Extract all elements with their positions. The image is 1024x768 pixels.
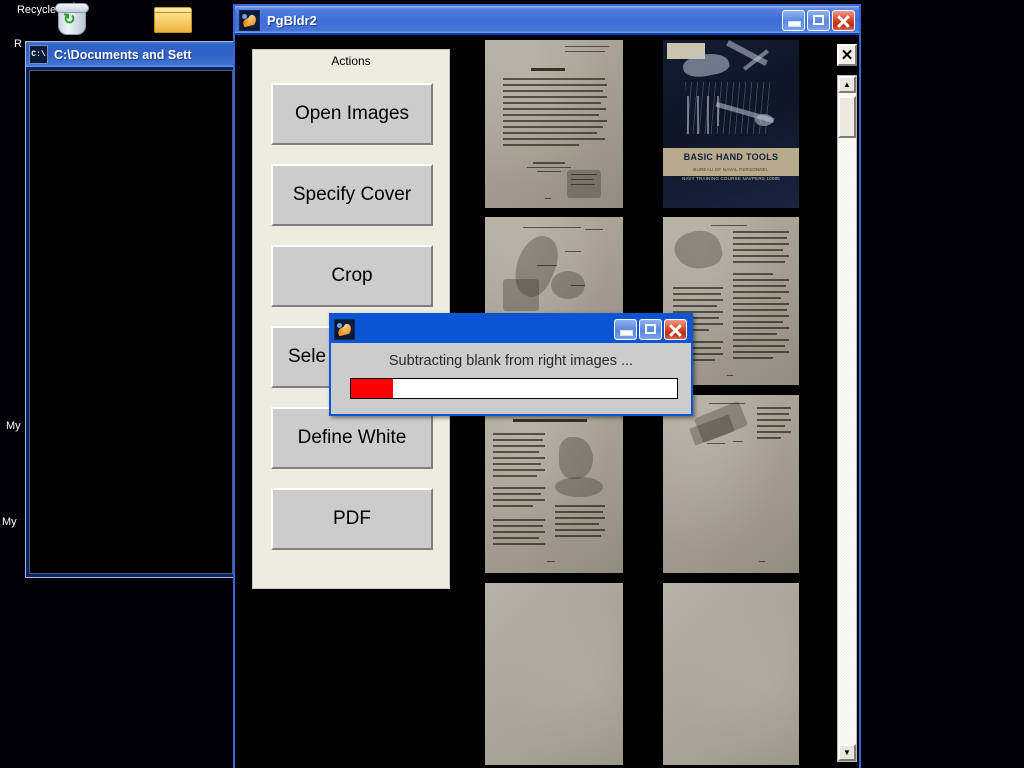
progress-dialog[interactable]: Subtracting blank from right images ... bbox=[329, 313, 693, 416]
scrollbar-thumb[interactable] bbox=[838, 96, 856, 138]
vertical-scrollbar-strip: ✕ ▲ ▼ bbox=[835, 35, 859, 768]
thumbnail-cover-subtitle-2: NAVY TRAINING COURSE NAVPERS 10085 bbox=[682, 176, 780, 181]
desktop-icon-label-recycle-bin-partial: R bbox=[14, 38, 22, 50]
minimize-button[interactable] bbox=[782, 10, 805, 31]
thumbnail-cover-subtitle-1: BUREAU OF NAVAL PERSONNEL bbox=[693, 167, 769, 172]
command-prompt-window[interactable]: C:\ C:\Documents and Sett bbox=[25, 41, 237, 578]
pdf-button[interactable]: PDF bbox=[271, 488, 433, 550]
scrollbar-track[interactable]: ▲ ▼ bbox=[837, 75, 857, 762]
close-button[interactable] bbox=[832, 10, 855, 31]
pgbldr2-title: PgBldr2 bbox=[267, 13, 317, 28]
thumbnail-item[interactable]: BASIC HAND TOOLS BUREAU OF NAVAL PERSONN… bbox=[663, 40, 799, 208]
matlab-icon bbox=[334, 318, 355, 340]
thumbnail-item[interactable] bbox=[485, 40, 623, 208]
open-images-button[interactable]: Open Images bbox=[271, 83, 433, 145]
maximize-button[interactable] bbox=[807, 10, 830, 31]
close-button[interactable] bbox=[664, 318, 687, 340]
minimize-button[interactable] bbox=[614, 318, 637, 340]
progress-dialog-window-controls bbox=[614, 318, 689, 340]
thumbnail-cover-title: BASIC HAND TOOLS bbox=[683, 152, 779, 162]
desktop-icon-folder[interactable] bbox=[122, 4, 192, 33]
crop-button[interactable]: Crop bbox=[271, 245, 433, 307]
scroll-down-icon[interactable]: ▼ bbox=[838, 744, 856, 761]
scroll-up-icon[interactable]: ▲ bbox=[838, 76, 856, 93]
specify-cover-button[interactable]: Specify Cover bbox=[271, 164, 433, 226]
matlab-icon bbox=[239, 10, 260, 31]
actions-panel-title: Actions bbox=[331, 54, 371, 68]
pgbldr2-titlebar[interactable]: PgBldr2 bbox=[235, 6, 859, 35]
progress-bar bbox=[350, 378, 678, 399]
command-prompt-icon-glyph: C:\ bbox=[31, 50, 46, 59]
progress-message: Subtracting blank from right images ... bbox=[388, 353, 634, 369]
progress-bar-fill bbox=[351, 379, 394, 398]
thumbnail-item[interactable] bbox=[485, 395, 623, 573]
maximize-button[interactable] bbox=[639, 318, 662, 340]
command-prompt-console-area[interactable] bbox=[29, 70, 233, 574]
thumbnail-item[interactable] bbox=[485, 583, 623, 765]
desktop-icon-recycle-bin[interactable]: ↻ Recycle Bin bbox=[17, 2, 89, 35]
progress-dialog-titlebar[interactable] bbox=[331, 315, 691, 343]
pgbldr2-window-controls bbox=[782, 10, 857, 31]
thumbnail-item[interactable] bbox=[663, 583, 799, 765]
close-icon[interactable]: ✕ bbox=[837, 44, 857, 66]
command-prompt-icon: C:\ bbox=[29, 45, 48, 64]
thumbnail-item[interactable] bbox=[663, 395, 799, 573]
define-white-button[interactable]: Define White bbox=[271, 407, 433, 469]
command-prompt-titlebar[interactable]: C:\ C:\Documents and Sett bbox=[26, 42, 236, 67]
command-prompt-title: C:\Documents and Sett bbox=[54, 47, 192, 62]
